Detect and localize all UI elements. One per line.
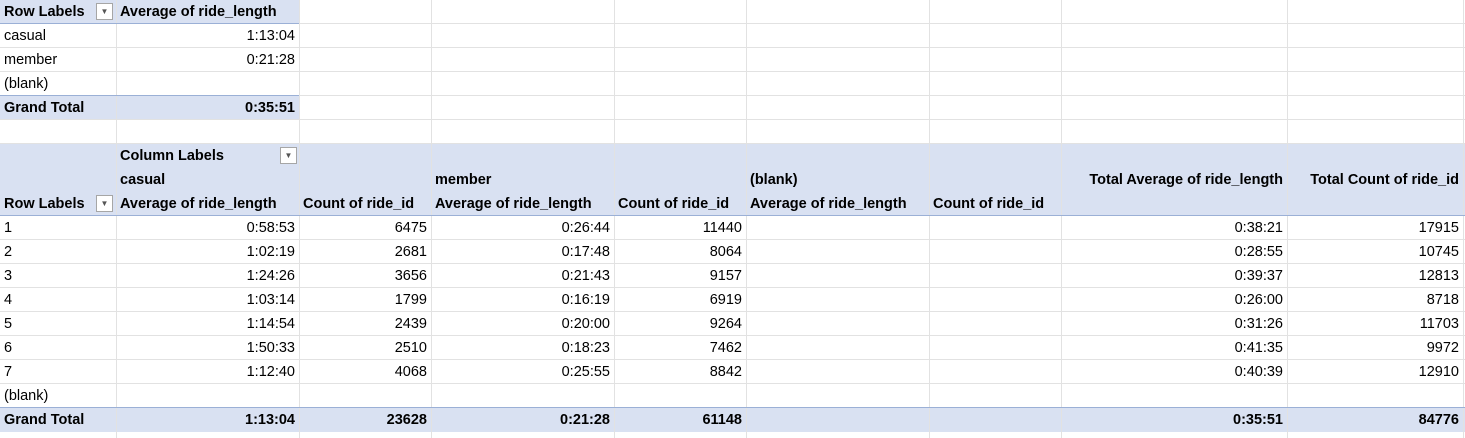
pivot2-member-count-header[interactable]: Count of ride_id (614, 192, 733, 216)
dropdown-arrow-icon[interactable]: ▼ (96, 195, 113, 212)
pivot2-member-count-cell[interactable]: 7462 (614, 336, 746, 360)
pivot1-row-label[interactable]: casual (0, 24, 50, 48)
pivot2-grand-total-avg[interactable]: 0:35:51 (1061, 408, 1287, 432)
pivot2-row-labels-header[interactable]: Row Labels (0, 192, 89, 216)
pivot2-total-count-cell[interactable]: 9972 (1287, 336, 1463, 360)
pivot2-casual-avg-cell[interactable]: 1:02:19 (116, 240, 299, 264)
pivot2-member-count-cell[interactable]: 9264 (614, 312, 746, 336)
pivot2-casual-count-cell[interactable]: 6475 (299, 216, 431, 240)
pivot2-total-count-cell[interactable]: 12813 (1287, 264, 1463, 288)
pivot2-total-avg-cell[interactable]: 0:38:21 (1061, 216, 1287, 240)
pivot2-grand-total-casual-avg[interactable]: 1:13:04 (116, 408, 299, 432)
pivot2-total-avg-cell[interactable]: 0:41:35 (1061, 336, 1287, 360)
pivot2-row-label[interactable]: 3 (0, 264, 116, 288)
pivot2-total-avg-cell[interactable]: 0:26:00 (1061, 288, 1287, 312)
pivot1-grand-total-value[interactable]: 0:35:51 (116, 96, 299, 120)
pivot2-casual-avg-cell[interactable]: 1:14:54 (116, 312, 299, 336)
pivot2-group-blank[interactable]: (blank) (746, 168, 802, 192)
pivot2-total-avg-header[interactable]: Total Average of ride_length (1061, 168, 1287, 192)
pivot2-member-count-cell[interactable]: 8064 (614, 240, 746, 264)
pivot1-row-label[interactable]: member (0, 48, 61, 72)
pivot2-casual-count-cell[interactable]: 2681 (299, 240, 431, 264)
pivot1-row-value[interactable] (116, 72, 299, 96)
pivot2-member-avg-cell[interactable]: 0:18:23 (431, 336, 614, 360)
pivot2-grand-total-member-avg[interactable]: 0:21:28 (431, 408, 614, 432)
pivot2-row-label[interactable]: 6 (0, 336, 116, 360)
pivot1-row-label[interactable]: (blank) (0, 72, 52, 96)
pivot2-member-avg-cell[interactable]: 0:25:55 (431, 360, 614, 384)
pivot2-member-count-cell[interactable]: 9157 (614, 264, 746, 288)
pivot2-casual-avg-cell[interactable]: 1:03:14 (116, 288, 299, 312)
pivot2-total-count-cell[interactable]: 12910 (1287, 360, 1463, 384)
dropdown-arrow-icon[interactable]: ▼ (96, 3, 113, 20)
pivot2-total-count-cell[interactable]: 17915 (1287, 216, 1463, 240)
pivot1-row-value[interactable]: 0:21:28 (116, 48, 299, 72)
pivot2-member-count-cell[interactable]: 8842 (614, 360, 746, 384)
pivot2-blank-avg-header[interactable]: Average of ride_length (746, 192, 911, 216)
pivot2-total-avg-cell[interactable]: 0:39:37 (1061, 264, 1287, 288)
pivot2-total-count-cell[interactable] (1287, 384, 1463, 408)
pivot2-member-count-cell[interactable] (614, 384, 746, 408)
pivot2-grand-total-member-count[interactable]: 61148 (614, 408, 746, 432)
pivot2-group-member[interactable]: member (431, 168, 495, 192)
pivot2-casual-avg-header[interactable]: Average of ride_length (116, 192, 281, 216)
pivot2-member-avg-cell[interactable]: 0:16:19 (431, 288, 614, 312)
pivot2-total-avg-cell[interactable]: 0:28:55 (1061, 240, 1287, 264)
pivot2-total-avg-cell[interactable] (1061, 384, 1287, 408)
pivot2-row-label[interactable]: 1 (0, 216, 116, 240)
pivot2-casual-count-cell[interactable]: 2439 (299, 312, 431, 336)
pivot2-group-casual[interactable]: casual (116, 168, 169, 192)
pivot2-casual-avg-cell[interactable]: 0:58:53 (116, 216, 299, 240)
pivot2-casual-avg-cell[interactable] (116, 384, 299, 408)
pivot2-row-label[interactable]: 2 (0, 240, 116, 264)
dropdown-arrow-icon[interactable]: ▼ (280, 147, 297, 164)
pivot2-casual-count-cell[interactable]: 1799 (299, 288, 431, 312)
pivot2-member-avg-cell[interactable] (431, 384, 614, 408)
pivot2-member-count-cell[interactable]: 11440 (614, 216, 746, 240)
pivot2-casual-count-cell[interactable]: 4068 (299, 360, 431, 384)
pivot1-row-value[interactable]: 1:13:04 (116, 24, 299, 48)
pivot2-total-count-cell[interactable]: 10745 (1287, 240, 1463, 264)
pivot2-casual-avg-cell[interactable]: 1:12:40 (116, 360, 299, 384)
pivot2-row-label[interactable]: 5 (0, 312, 116, 336)
pivot2-member-avg-cell[interactable]: 0:21:43 (431, 264, 614, 288)
pivot2-member-avg-header[interactable]: Average of ride_length (431, 192, 596, 216)
pivot2-casual-count-cell[interactable]: 2510 (299, 336, 431, 360)
pivot2-casual-count-header[interactable]: Count of ride_id (299, 192, 418, 216)
pivot2-grand-total-label[interactable]: Grand Total (0, 408, 88, 432)
pivot2-row-label[interactable]: 4 (0, 288, 116, 312)
spreadsheet-grid: Row Labels ▼ Average of ride_length casu… (0, 0, 1465, 438)
pivot2-casual-avg-cell[interactable]: 1:24:26 (116, 264, 299, 288)
pivot2-member-avg-cell[interactable]: 0:20:00 (431, 312, 614, 336)
pivot1-row-labels-text: Row Labels (4, 4, 85, 20)
pivot2-total-avg-cell[interactable]: 0:40:39 (1061, 360, 1287, 384)
pivot1-grand-total-label[interactable]: Grand Total (0, 96, 88, 120)
pivot2-row-label[interactable]: 7 (0, 360, 116, 384)
pivot2-member-avg-cell[interactable]: 0:26:44 (431, 216, 614, 240)
pivot2-row-label[interactable]: (blank) (0, 384, 116, 408)
pivot2-grand-total-casual-count[interactable]: 23628 (299, 408, 431, 432)
pivot2-total-avg-cell[interactable]: 0:31:26 (1061, 312, 1287, 336)
pivot2-casual-avg-cell[interactable]: 1:50:33 (116, 336, 299, 360)
pivot2-casual-count-cell[interactable]: 3656 (299, 264, 431, 288)
pivot2-member-count-cell[interactable]: 6919 (614, 288, 746, 312)
pivot2-member-avg-cell[interactable]: 0:17:48 (431, 240, 614, 264)
pivot2-total-count-header[interactable]: Total Count of ride_id (1287, 168, 1463, 192)
pivot2-casual-count-cell[interactable] (299, 384, 431, 408)
pivot2-total-count-cell[interactable]: 8718 (1287, 288, 1463, 312)
pivot2-blank-count-header[interactable]: Count of ride_id (929, 192, 1048, 216)
pivot1-value-header[interactable]: Average of ride_length (116, 0, 281, 24)
pivot2-column-labels-header[interactable]: Column Labels (116, 144, 228, 168)
pivot2-total-count-cell[interactable]: 11703 (1287, 312, 1463, 336)
pivot2-grand-total-count[interactable]: 84776 (1287, 408, 1463, 432)
